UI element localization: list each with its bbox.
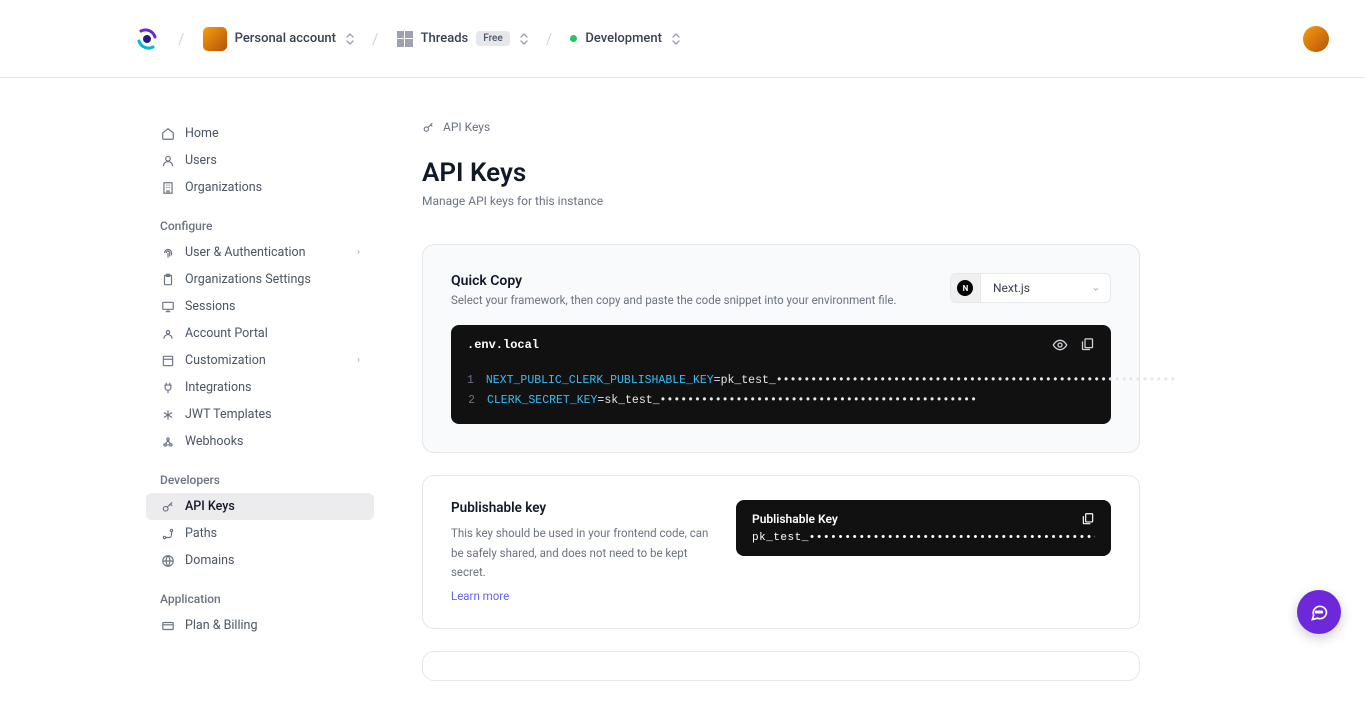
sidebar-item-webhooks[interactable]: Webhooks xyxy=(146,428,374,455)
keycard-title: Publishable Key xyxy=(752,512,838,526)
separator: / xyxy=(372,29,379,48)
sidebar-item-jwt[interactable]: JWT Templates xyxy=(146,401,374,428)
home-icon xyxy=(160,126,175,141)
sidebar-item-label: Account Portal xyxy=(185,326,268,341)
sidebar-item-organizations[interactable]: Organizations xyxy=(146,174,374,201)
sidebar-item-label: Organizations xyxy=(185,180,262,195)
learn-more-link[interactable]: Learn more xyxy=(451,589,509,603)
sidebar-item-label: Webhooks xyxy=(185,434,243,449)
sidebar-item-label: Sessions xyxy=(185,299,235,314)
chevron-right-icon: › xyxy=(357,355,360,366)
clerk-logo[interactable] xyxy=(134,26,160,52)
section-heading-application: Application xyxy=(140,574,380,612)
sidebar-item-customization[interactable]: Customization › xyxy=(146,347,374,374)
asterisk-icon xyxy=(160,407,175,422)
route-icon xyxy=(160,526,175,541)
code-filename: .env.local xyxy=(467,338,539,352)
env-status-dot xyxy=(570,35,577,42)
publishable-desc: This key should be used in your frontend… xyxy=(451,524,712,583)
quick-copy-subtitle: Select your framework, then copy and pas… xyxy=(451,293,897,307)
sidebar-item-api-keys[interactable]: API Keys xyxy=(146,493,374,520)
main-content: API Keys API Keys Manage API keys for th… xyxy=(380,78,1200,703)
sidebar-item-label: Plan & Billing xyxy=(185,618,257,633)
quick-copy-title: Quick Copy xyxy=(451,273,897,289)
user-avatar[interactable] xyxy=(1303,26,1329,52)
sidebar-item-org-settings[interactable]: Organizations Settings xyxy=(146,266,374,293)
workspace-name: Personal account xyxy=(235,31,336,46)
sidebar-item-label: Users xyxy=(185,153,217,168)
building-icon xyxy=(160,180,175,195)
support-chat-button[interactable] xyxy=(1297,590,1341,634)
project-name: Threads xyxy=(421,31,469,46)
secret-key-card-partial xyxy=(422,651,1140,681)
monitor-icon xyxy=(160,299,175,314)
environment-name: Development xyxy=(585,31,662,46)
chevron-right-icon: › xyxy=(357,247,360,258)
sidebar-item-label: JWT Templates xyxy=(185,407,272,422)
page-title: API Keys xyxy=(422,158,1140,188)
clipboard-icon xyxy=(160,272,175,287)
environment-switcher[interactable]: Development xyxy=(570,31,680,46)
plug-icon xyxy=(160,380,175,395)
project-switcher[interactable]: Threads Free xyxy=(397,31,528,47)
portal-icon xyxy=(160,326,175,341)
env-code-block: .env.local 1 NEXT_PUBLIC_CLERK_PUBLISHAB… xyxy=(451,325,1111,424)
sidebar-item-users[interactable]: Users xyxy=(146,147,374,174)
separator: / xyxy=(546,29,553,48)
code-line: 2 CLERK_SECRET_KEY=sk_test_•••••••••••••… xyxy=(467,391,1095,411)
page-subtitle: Manage API keys for this instance xyxy=(422,194,1140,208)
sidebar-item-user-auth[interactable]: User & Authentication › xyxy=(146,239,374,266)
breadcrumb-label: API Keys xyxy=(443,120,490,134)
framework-select[interactable]: N Next.js ⌄ xyxy=(950,273,1111,303)
project-icon xyxy=(397,31,413,47)
top-header: / Personal account / Threads Free / Deve… xyxy=(0,0,1365,78)
sidebar-item-home[interactable]: Home xyxy=(146,120,374,147)
fingerprint-icon xyxy=(160,245,175,260)
updown-icon xyxy=(346,33,354,45)
sidebar-item-paths[interactable]: Paths xyxy=(146,520,374,547)
webhook-icon xyxy=(160,434,175,449)
sidebar-item-label: Integrations xyxy=(185,380,251,395)
code-line: 1 NEXT_PUBLIC_CLERK_PUBLISHABLE_KEY=pk_t… xyxy=(467,371,1095,391)
sidebar-item-label: User & Authentication xyxy=(185,245,306,260)
quick-copy-card: Quick Copy Select your framework, then c… xyxy=(422,244,1140,453)
workspace-avatar xyxy=(203,27,227,51)
sidebar-item-domains[interactable]: Domains xyxy=(146,547,374,574)
reveal-button[interactable] xyxy=(1052,337,1068,353)
plan-badge: Free xyxy=(476,31,510,46)
publishable-key-card: Publishable key This key should be used … xyxy=(422,475,1140,629)
nextjs-icon: N xyxy=(951,273,981,303)
sidebar-item-integrations[interactable]: Integrations xyxy=(146,374,374,401)
workspace-switcher[interactable]: Personal account xyxy=(203,27,354,51)
sidebar: Home Users Organizations Configure User … xyxy=(140,78,380,703)
sidebar-item-label: Domains xyxy=(185,553,235,568)
section-heading-developers: Developers xyxy=(140,455,380,493)
palette-icon xyxy=(160,353,175,368)
sidebar-item-sessions[interactable]: Sessions xyxy=(146,293,374,320)
keycard-value: pk_test_••••••••••••••••••••••••••••••••… xyxy=(752,532,1095,544)
user-icon xyxy=(160,153,175,168)
sidebar-item-label: Home xyxy=(185,126,219,141)
sidebar-item-plan-billing[interactable]: Plan & Billing xyxy=(146,612,374,639)
sidebar-item-label: Paths xyxy=(185,526,217,541)
sidebar-item-label: API Keys xyxy=(185,499,235,514)
framework-label: Next.js xyxy=(993,281,1030,295)
copy-button[interactable] xyxy=(1080,337,1095,353)
chevron-down-icon: ⌄ xyxy=(1092,283,1100,294)
section-heading-configure: Configure xyxy=(140,201,380,239)
updown-icon xyxy=(672,33,680,45)
key-icon xyxy=(160,499,175,514)
copy-button[interactable] xyxy=(1081,512,1095,526)
breadcrumb: API Keys xyxy=(422,120,1140,134)
key-icon xyxy=(422,121,435,134)
credit-card-icon xyxy=(160,618,175,633)
sidebar-item-account-portal[interactable]: Account Portal xyxy=(146,320,374,347)
globe-icon xyxy=(160,553,175,568)
publishable-title: Publishable key xyxy=(451,500,712,516)
separator: / xyxy=(178,29,185,48)
sidebar-item-label: Organizations Settings xyxy=(185,272,311,287)
publishable-key-value-card: Publishable Key pk_test_••••••••••••••••… xyxy=(736,500,1111,556)
sidebar-item-label: Customization xyxy=(185,353,266,368)
updown-icon xyxy=(520,33,528,45)
